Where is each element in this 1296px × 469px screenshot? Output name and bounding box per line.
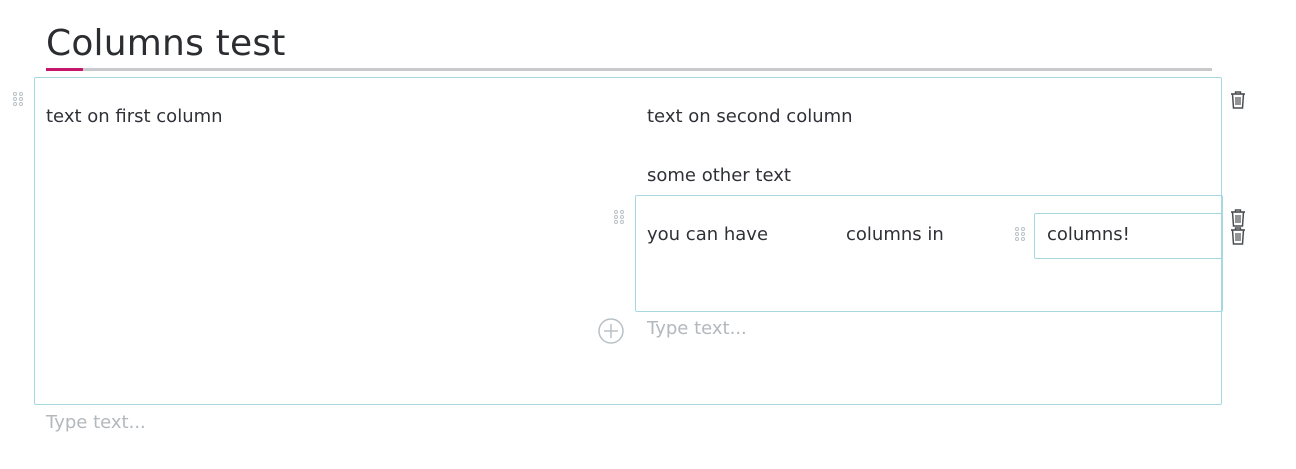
trash-icon[interactable] <box>1229 226 1247 246</box>
drag-handle-icon[interactable] <box>13 92 25 108</box>
title-underline <box>46 68 1212 71</box>
plus-circle-icon[interactable] <box>598 318 624 344</box>
second-column-paragraph[interactable]: some other text <box>647 165 791 187</box>
second-column-text[interactable]: text on second column <box>647 106 853 128</box>
title-underline-accent <box>46 68 83 71</box>
bottom-placeholder[interactable]: Type text... <box>46 412 146 434</box>
editor-page: Columns test text on first column text o… <box>0 0 1296 469</box>
drag-handle-icon[interactable] <box>614 210 626 226</box>
page-title[interactable]: Columns test <box>46 22 286 66</box>
first-column-text[interactable]: text on first column <box>46 106 223 128</box>
trash-icon[interactable] <box>1229 208 1247 228</box>
nested-column-text[interactable]: columns! <box>1047 224 1130 246</box>
second-column-placeholder[interactable]: Type text... <box>647 318 747 340</box>
nested-column-text[interactable]: columns in <box>846 224 944 246</box>
drag-handle-icon[interactable] <box>1015 227 1027 243</box>
trash-icon[interactable] <box>1229 90 1247 110</box>
nested-column-text[interactable]: you can have <box>647 224 768 246</box>
